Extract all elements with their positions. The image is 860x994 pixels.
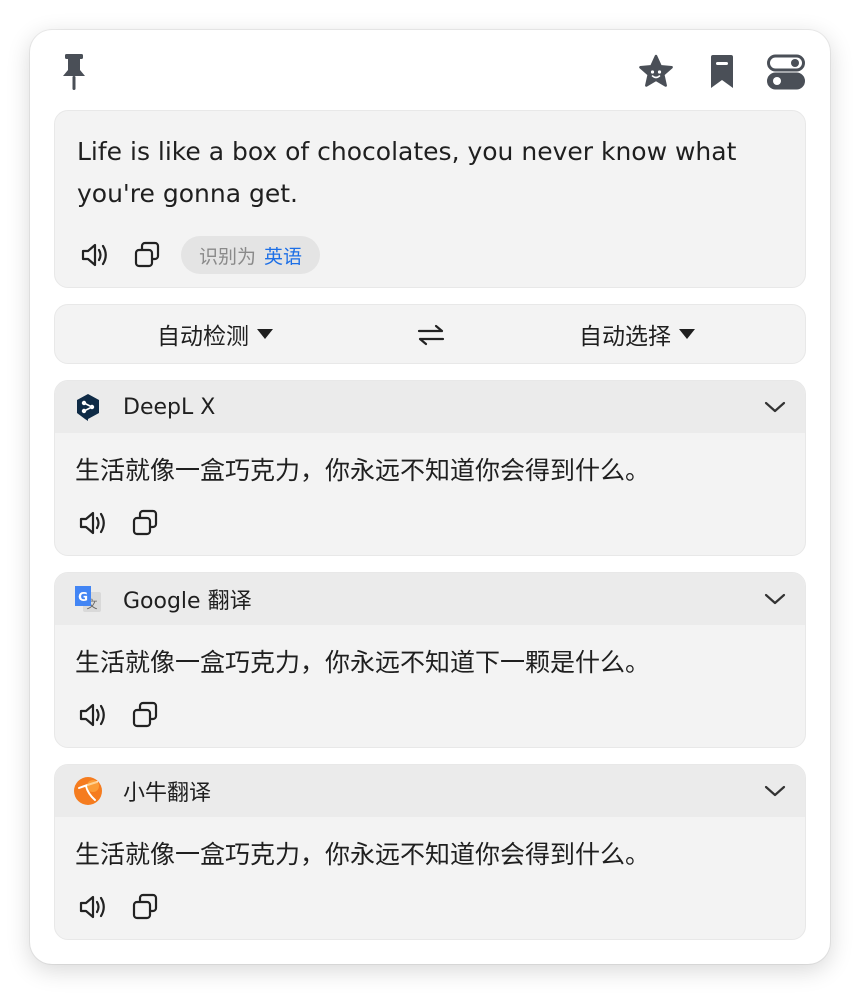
settings-toggles-icon[interactable]: [764, 52, 808, 92]
copy-icon[interactable]: [125, 887, 165, 927]
bookmark-icon[interactable]: [702, 52, 742, 92]
source-text-input[interactable]: Life is like a box of chocolates, you ne…: [77, 131, 777, 215]
speaker-icon[interactable]: [73, 695, 113, 735]
deepl-logo-icon: [73, 392, 103, 422]
service-name: Google 翻译: [123, 589, 252, 614]
language-bar: 自动检测 自动选择: [54, 304, 806, 364]
source-actions: 识别为 英语: [75, 235, 321, 275]
copy-icon[interactable]: [125, 503, 165, 543]
source-language-select[interactable]: 自动检测: [157, 305, 273, 363]
service-name: DeepL X: [123, 394, 216, 420]
result-actions: [73, 503, 177, 543]
translation-result: 生活就像一盒巧克力，你永远不知道你会得到什么。: [75, 456, 651, 485]
detected-prefix-label: 识别为: [199, 245, 257, 268]
svg-text:G: G: [78, 590, 88, 604]
result-actions: [73, 695, 177, 735]
caret-down-icon: [679, 329, 695, 339]
top-toolbar: [30, 30, 830, 110]
speaker-icon[interactable]: [75, 235, 115, 275]
translator-window: Life is like a box of chocolates, you ne…: [30, 30, 830, 964]
service-header[interactable]: 文 G Google 翻译: [55, 573, 805, 625]
copy-icon[interactable]: [127, 235, 167, 275]
niutrans-logo-icon: [73, 776, 103, 806]
chevron-down-icon[interactable]: [761, 393, 789, 421]
target-language-select[interactable]: 自动选择: [579, 305, 695, 363]
google-translate-logo-icon: 文 G: [73, 584, 103, 614]
chevron-down-icon[interactable]: [761, 585, 789, 613]
service-card-deepl: DeepL X 生活就像一盒巧克力，你永远不知道你会得到什么。: [54, 380, 806, 556]
swap-languages-icon[interactable]: [411, 315, 451, 355]
service-card-google: 文 G Google 翻译 生活就像一盒巧克力，你永远不知道下一颗是什么。: [54, 572, 806, 748]
service-name: 小牛翻译: [123, 781, 212, 806]
translation-result: 生活就像一盒巧克力，你永远不知道你会得到什么。: [75, 840, 651, 869]
detected-language-label: 英语: [264, 245, 303, 268]
result-actions: [73, 887, 177, 927]
service-header[interactable]: DeepL X: [55, 381, 805, 433]
source-language-label: 自动检测: [157, 324, 249, 350]
translation-result: 生活就像一盒巧克力，你永远不知道下一颗是什么。: [75, 648, 651, 677]
target-language-label: 自动选择: [579, 324, 671, 350]
service-card-niutrans: 小牛翻译 生活就像一盒巧克力，你永远不知道你会得到什么。: [54, 764, 806, 940]
speaker-icon[interactable]: [73, 503, 113, 543]
speaker-icon[interactable]: [73, 887, 113, 927]
source-text-card: Life is like a box of chocolates, you ne…: [54, 110, 806, 288]
chevron-down-icon[interactable]: [761, 777, 789, 805]
detected-language-badge: 识别为 英语: [181, 236, 321, 274]
service-header[interactable]: 小牛翻译: [55, 765, 805, 817]
copy-icon[interactable]: [125, 695, 165, 735]
star-icon[interactable]: [636, 52, 676, 92]
caret-down-icon: [257, 329, 273, 339]
pin-icon[interactable]: [56, 52, 92, 92]
